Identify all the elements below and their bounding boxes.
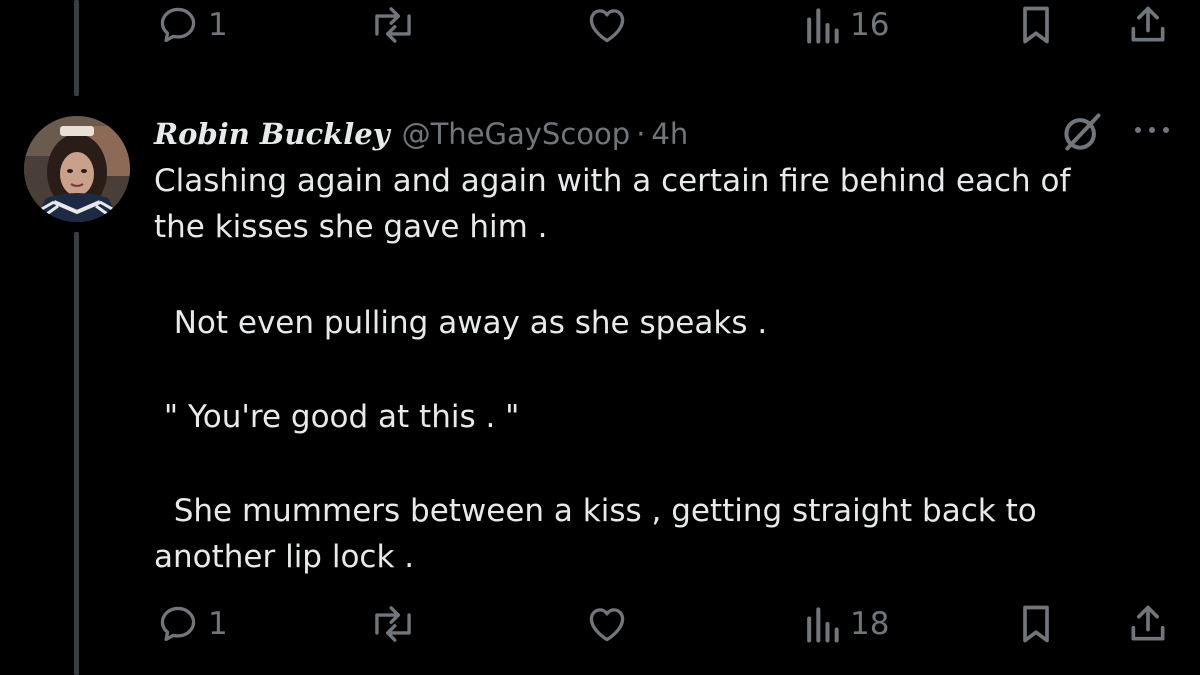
like-icon [589, 9, 625, 43]
views-count: 18 [850, 606, 890, 642]
reply-button[interactable]: 1 [156, 594, 228, 654]
reply-button[interactable]: 1 [156, 0, 228, 55]
views-count: 16 [850, 7, 890, 43]
reply-count: 1 [208, 606, 228, 642]
like-button[interactable] [584, 594, 630, 654]
share-button[interactable] [1126, 0, 1170, 55]
repost-button[interactable] [368, 0, 418, 55]
author-name[interactable]: Robin Buckley [154, 117, 390, 151]
tweet-header: Robin Buckley @TheGayScoop · 4h [154, 110, 688, 158]
tweet-line: another lip lock . [154, 539, 415, 575]
author-handle[interactable]: @TheGayScoop [402, 117, 631, 151]
tweet-action-bar: 1 18 [0, 594, 1200, 654]
bookmark-icon [1023, 605, 1049, 643]
like-button[interactable] [584, 0, 630, 55]
reply-icon [160, 7, 196, 43]
repost-icon [375, 606, 411, 642]
tweet-line: " You're good at this . " [154, 399, 520, 435]
views-icon [807, 8, 839, 44]
share-icon [1131, 605, 1165, 641]
reply-count: 1 [208, 7, 228, 43]
reply-icon [160, 606, 196, 642]
avatar-image [24, 116, 130, 222]
bookmark-icon [1023, 6, 1049, 44]
bookmark-button[interactable] [1016, 594, 1056, 654]
grok-icon[interactable] [1060, 110, 1104, 154]
bookmark-button[interactable] [1016, 0, 1056, 55]
tweet-time[interactable]: 4h [651, 117, 688, 151]
share-icon [1131, 6, 1165, 42]
repost-button[interactable] [368, 594, 418, 654]
tweet-line: the kisses she gave him . [154, 209, 548, 245]
separator-dot: · [636, 117, 646, 151]
avatar[interactable] [24, 116, 130, 222]
repost-icon [375, 7, 411, 43]
more-icon[interactable] [1130, 118, 1174, 142]
views-button[interactable]: 16 [802, 0, 889, 55]
share-button[interactable] [1126, 594, 1170, 654]
previous-tweet-action-bar: 1 16 [0, 0, 1200, 55]
tweet-line: She mummers between a kiss , getting str… [154, 493, 1037, 529]
views-button[interactable]: 18 [802, 594, 889, 654]
tweet-line: Not even pulling away as she speaks . [154, 305, 768, 341]
like-icon [589, 608, 625, 642]
views-icon [807, 607, 839, 643]
tweet-line: Clashing again and again with a certain … [154, 163, 1071, 199]
